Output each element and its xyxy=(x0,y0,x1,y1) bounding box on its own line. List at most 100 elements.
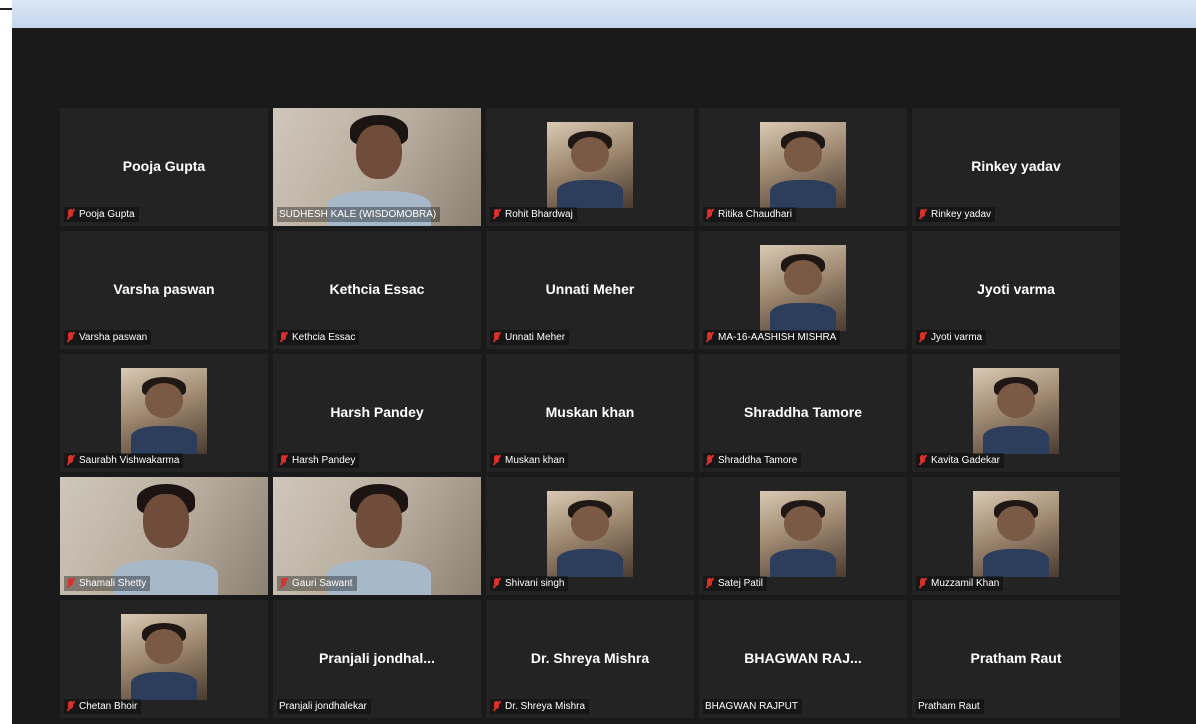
participant-name-label: Shivani singh xyxy=(490,576,569,591)
participant-display-name: Jyoti varma xyxy=(977,281,1055,297)
participant-tile[interactable]: Pranjali jondhal... Pranjali jondhalekar xyxy=(273,600,481,718)
participant-name-label: SUDHESH KALE (WISDOMOBRA) xyxy=(277,207,441,222)
participant-name-label: Rinkey yadav xyxy=(916,207,996,222)
participant-tile[interactable]: Pratham Raut Pratham Raut xyxy=(912,600,1120,718)
participant-display-name: Varsha paswan xyxy=(113,281,215,297)
participant-label-text: Unnati Meher xyxy=(505,332,566,343)
mic-muted-icon xyxy=(66,578,75,589)
mic-muted-icon xyxy=(705,332,714,343)
participant-label-text: Saurabh Vishwakarma xyxy=(79,455,180,466)
participant-label-text: Chetan Bhoir xyxy=(79,701,138,712)
left-strip xyxy=(0,0,12,724)
participant-tile[interactable]: Harsh Pandey Harsh Pandey xyxy=(273,354,481,472)
participant-name-label: MA-16-AASHISH MISHRA xyxy=(703,330,841,345)
participant-label-text: SUDHESH KALE (WISDOMOBRA) xyxy=(279,209,437,220)
participant-tile[interactable]: Dr. Shreya Mishra Dr. Shreya Mishra xyxy=(486,600,694,718)
participant-tile[interactable]: Saurabh Vishwakarma xyxy=(60,354,268,472)
participant-tile[interactable]: Pooja Gupta Pooja Gupta xyxy=(60,108,268,226)
mic-muted-icon xyxy=(705,578,714,589)
participant-photo xyxy=(760,491,846,577)
mic-muted-icon xyxy=(492,455,501,466)
participant-label-text: Kavita Gadekar xyxy=(931,455,1000,466)
participant-display-name: Dr. Shreya Mishra xyxy=(530,650,650,666)
participant-photo xyxy=(973,368,1059,454)
participant-name-label: Muskan khan xyxy=(490,453,569,468)
participant-name-label: Dr. Shreya Mishra xyxy=(490,699,590,714)
participant-tile[interactable]: Varsha paswan Varsha paswan xyxy=(60,231,268,349)
participant-photo xyxy=(760,245,846,331)
participant-photo xyxy=(121,368,207,454)
participant-label-text: Shivani singh xyxy=(505,578,565,589)
participant-tile[interactable]: Unnati Meher Unnati Meher xyxy=(486,231,694,349)
participant-display-name: Pratham Raut xyxy=(970,650,1062,666)
participant-label-text: Rinkey yadav xyxy=(931,209,992,220)
mic-muted-icon xyxy=(66,701,75,712)
participant-name-label: Satej Patil xyxy=(703,576,768,591)
participant-name-label: Ritika Chaudhari xyxy=(703,207,796,222)
participant-display-name: Muskan khan xyxy=(545,404,635,420)
participant-tile[interactable]: Rinkey yadav Rinkey yadav xyxy=(912,108,1120,226)
mic-muted-icon xyxy=(492,332,501,343)
participant-tile[interactable]: BHAGWAN RAJ... BHAGWAN RAJPUT xyxy=(699,600,907,718)
participant-tile[interactable]: SUDHESH KALE (WISDOMOBRA) xyxy=(273,108,481,226)
participant-tile[interactable]: Muzzamil Khan xyxy=(912,477,1120,595)
participant-label-text: MA-16-AASHISH MISHRA xyxy=(718,332,837,343)
participant-name-label: Muzzamil Khan xyxy=(916,576,1004,591)
participant-tile[interactable]: Rohit Bhardwaj xyxy=(486,108,694,226)
participant-tile[interactable]: Gauri Sawant xyxy=(273,477,481,595)
participant-name-label: BHAGWAN RAJPUT xyxy=(703,699,802,714)
participant-label-text: Pranjali jondhalekar xyxy=(279,701,367,712)
participant-photo xyxy=(973,491,1059,577)
participant-tile[interactable]: Kavita Gadekar xyxy=(912,354,1120,472)
participant-name-label: Chetan Bhoir xyxy=(64,699,142,714)
participant-photo xyxy=(547,491,633,577)
participant-name-label: Varsha paswan xyxy=(64,330,152,345)
mic-muted-icon xyxy=(66,209,75,220)
mic-muted-icon xyxy=(918,578,927,589)
participant-grid: Pooja Gupta Pooja Gupta SUDHESH KALE (WISD… xyxy=(60,108,1120,720)
mic-muted-icon xyxy=(279,578,288,589)
participant-name-label: Harsh Pandey xyxy=(277,453,360,468)
participant-display-name: Pranjali jondhal... xyxy=(319,650,435,666)
mic-muted-icon xyxy=(492,578,501,589)
participant-display-name: BHAGWAN RAJ... xyxy=(744,650,862,666)
participant-name-label: Saurabh Vishwakarma xyxy=(64,453,184,468)
participant-tile[interactable]: Shraddha Tamore Shraddha Tamore xyxy=(699,354,907,472)
participant-name-label: Kethcia Essac xyxy=(277,330,360,345)
mic-muted-icon xyxy=(705,209,714,220)
participant-tile[interactable]: Satej Patil xyxy=(699,477,907,595)
participant-tile[interactable]: Chetan Bhoir xyxy=(60,600,268,718)
participant-display-name: Pooja Gupta xyxy=(122,158,206,174)
window-title-bar xyxy=(12,0,1196,29)
participant-label-text: Pooja Gupta xyxy=(79,209,135,220)
participant-name-label: Shraddha Tamore xyxy=(703,453,802,468)
mic-muted-icon xyxy=(66,455,75,466)
mic-muted-icon xyxy=(918,455,927,466)
participant-name-label: Unnati Meher xyxy=(490,330,570,345)
participant-name-label: Rohit Bhardwaj xyxy=(490,207,577,222)
participant-label-text: Pratham Raut xyxy=(918,701,980,712)
participant-label-text: Ritika Chaudhari xyxy=(718,209,792,220)
mic-muted-icon xyxy=(918,209,927,220)
mic-muted-icon xyxy=(492,701,501,712)
participant-label-text: Gauri Sawant xyxy=(292,578,353,589)
mic-muted-icon xyxy=(492,209,501,220)
participant-tile[interactable]: Shamali Shetty xyxy=(60,477,268,595)
participant-display-name: Shraddha Tamore xyxy=(744,404,862,420)
participant-tile[interactable]: MA-16-AASHISH MISHRA xyxy=(699,231,907,349)
participant-tile[interactable]: Muskan khan Muskan khan xyxy=(486,354,694,472)
participant-label-text: Rohit Bhardwaj xyxy=(505,209,573,220)
participant-name-label: Jyoti varma xyxy=(916,330,987,345)
participant-name-label: Gauri Sawant xyxy=(277,576,357,591)
participant-display-name: Kethcia Essac xyxy=(329,281,425,297)
participant-tile[interactable]: Ritika Chaudhari xyxy=(699,108,907,226)
mic-muted-icon xyxy=(279,332,288,343)
participant-tile[interactable]: Jyoti varma Jyoti varma xyxy=(912,231,1120,349)
participant-label-text: Shamali Shetty xyxy=(79,578,147,589)
participant-label-text: Jyoti varma xyxy=(931,332,983,343)
participant-tile[interactable]: Kethcia Essac Kethcia Essac xyxy=(273,231,481,349)
mic-muted-icon xyxy=(918,332,927,343)
participant-name-label: Kavita Gadekar xyxy=(916,453,1004,468)
participant-tile[interactable]: Shivani singh xyxy=(486,477,694,595)
participant-photo xyxy=(547,122,633,208)
